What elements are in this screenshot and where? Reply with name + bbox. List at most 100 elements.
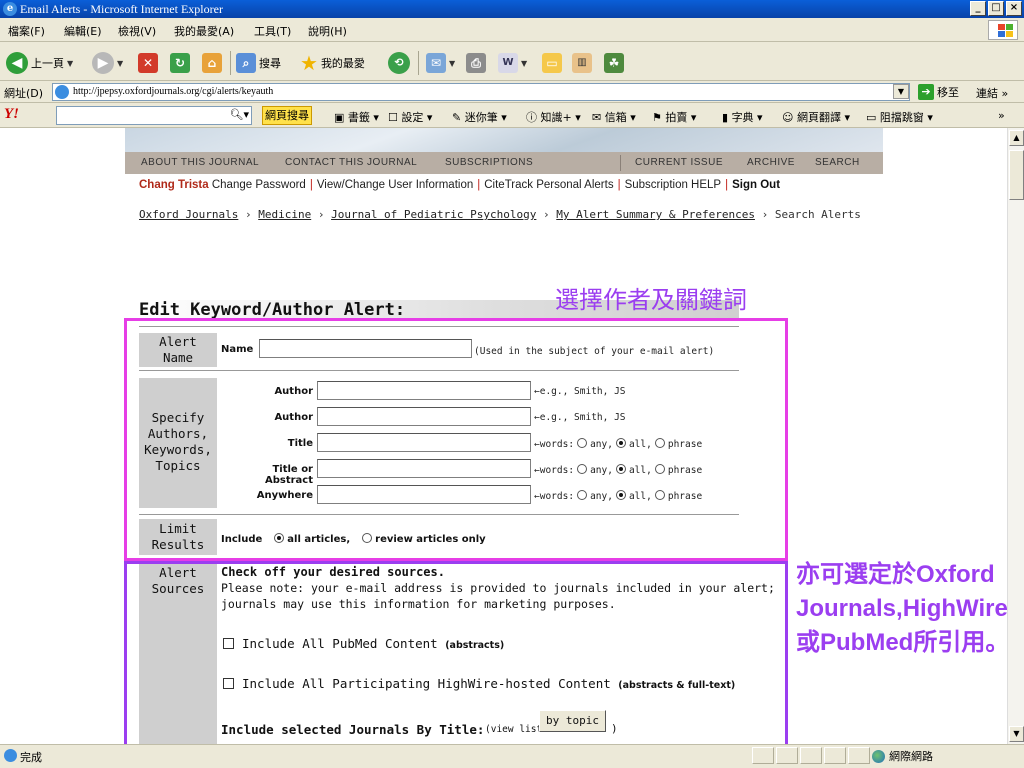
zone-label: 網際網路 [889,750,933,763]
menu-view[interactable]: 檢視(V) [118,23,156,39]
annotation-sources-text: 亦可選定於Oxford Journals,HighWire或PubMed所引用。 [796,561,1010,656]
research-icon[interactable]: ▥ [572,53,592,73]
ie-logo-icon: e [3,2,17,16]
chevron-down-icon: ▼ [67,58,74,68]
page-icon [55,85,69,99]
menu-favorites[interactable]: 我的最愛(A) [174,23,234,39]
address-label: 網址(D) [4,87,44,100]
menu-bar: 檔案(F) 編輯(E) 檢視(V) 我的最愛(A) 工具(T) 說明(H) [0,18,1024,42]
nav-archive[interactable]: ARCHIVE [747,157,795,168]
toolbar: ◀ 上一頁 ▼ ▶ ▼ ✕ ↻ ⌂ ⌕ 搜尋 ★ 我的最愛 ⟲ ✉ ▼ ⎙ W … [0,43,1024,81]
back-arrow-icon: ◀ [6,52,28,74]
chevron-down-icon: ▼ [449,58,456,68]
sign-out-link[interactable]: Sign Out [732,179,780,191]
stop-icon[interactable]: ✕ [138,53,158,73]
yahoo-mini-pen[interactable]: ✎ 迷你筆 ▾ [452,109,507,125]
go-button[interactable]: ➔ 移至 [918,84,959,100]
links-button[interactable]: 連結 » [976,85,1008,101]
minimize-button[interactable]: _ [970,1,986,16]
forward-arrow-icon: ▶ [92,52,114,74]
nav-subscriptions[interactable]: SUBSCRIPTIONS [445,157,533,168]
breadcrumb-alert-summary[interactable]: My Alert Summary & Preferences [556,208,755,221]
refresh-icon[interactable]: ↻ [170,53,190,73]
address-bar: 網址(D) http://jpepsy.oxfordjournals.org/c… [0,81,1024,103]
window-title: Email Alerts - Microsoft Internet Explor… [20,2,223,16]
yahoo-dictionary[interactable]: ▮ 字典 ▾ [722,109,763,125]
scroll-thumb[interactable] [1009,150,1024,200]
yahoo-auction[interactable]: ⚑ 拍賣 ▾ [652,109,696,125]
yahoo-more-button[interactable]: » [998,109,1005,122]
change-password-link[interactable]: Change Password [212,179,306,191]
nav-contact[interactable]: CONTACT THIS JOURNAL [285,157,417,168]
yahoo-search-button[interactable]: 網頁搜尋 [262,106,312,125]
site-nav: ABOUT THIS JOURNAL CONTACT THIS JOURNAL … [125,152,883,174]
search-label: 搜尋 [259,57,281,70]
citetrack-link[interactable]: CiteTrack Personal Alerts [484,179,613,191]
vertical-scrollbar[interactable]: ▲ ▼ [1007,128,1024,744]
breadcrumb: Oxford Journals › Medicine › Journal of … [139,208,861,221]
menu-help[interactable]: 說明(H) [308,23,347,39]
chevron-down-icon: ▼ [117,58,124,68]
address-dropdown-icon[interactable]: ▼ [893,84,909,99]
annotation-keywords-text: 選擇作者及關鍵詞 [555,286,747,314]
status-text: 完成 [20,751,42,764]
user-info-link[interactable]: View/Change User Information [317,179,473,191]
word-icon: W [498,53,518,73]
nav-about[interactable]: ABOUT THIS JOURNAL [141,157,259,168]
mail-icon: ✉ [426,53,446,73]
security-zone: 網際網路 [872,748,933,764]
yahoo-mail[interactable]: ✉ 信箱 ▾ [592,109,636,125]
go-arrow-icon: ➔ [918,84,934,100]
yahoo-popup-blocker[interactable]: ▭ 阻擋跳窗 ▾ [866,109,933,125]
menu-edit[interactable]: 編輯(E) [64,23,102,39]
nav-current-issue[interactable]: CURRENT ISSUE [635,157,723,168]
maximize-button[interactable]: □ [988,1,1004,16]
menu-file[interactable]: 檔案(F) [8,23,45,39]
back-button[interactable]: ◀ 上一頁 ▼ [6,51,73,75]
breadcrumb-journal[interactable]: Journal of Pediatric Psychology [331,208,536,221]
yahoo-logo[interactable]: Y! [4,106,19,123]
history-icon[interactable]: ⟲ [388,52,410,74]
breadcrumb-current: Search Alerts [774,208,861,221]
scroll-down-icon[interactable]: ▼ [1009,726,1024,742]
search-icon: 🔍︎▾ [229,108,250,121]
go-label: 移至 [937,86,959,99]
breadcrumb-medicine[interactable]: Medicine [258,208,311,221]
yahoo-translate[interactable]: ☺ 網頁翻譯 ▾ [782,109,850,125]
user-name: Chang Trista [139,179,209,191]
mail-button[interactable]: ✉ ▼ [426,51,455,75]
scroll-up-icon[interactable]: ▲ [1009,130,1024,146]
close-button[interactable]: × [1006,1,1022,16]
search-button[interactable]: ⌕ 搜尋 [236,51,281,75]
globe-icon [872,749,885,763]
breadcrumb-oxford[interactable]: Oxford Journals [139,208,238,221]
notes-icon[interactable]: ▭ [542,53,562,73]
address-url: http://jpepsy.oxfordjournals.org/cgi/ale… [73,86,274,97]
favorites-button[interactable]: ★ 我的最愛 [300,51,365,75]
messenger-icon[interactable]: ☘ [604,53,624,73]
back-label: 上一頁 [31,57,64,70]
annotation-box-keywords [124,318,788,561]
print-icon[interactable]: ⎙ [466,53,486,73]
home-icon[interactable]: ⌂ [202,53,222,73]
star-icon: ★ [300,51,318,75]
yahoo-knowledge[interactable]: ⓘ 知識+ ▾ [526,109,581,125]
user-bar: Chang Trista Change Password | View/Change… [139,179,781,191]
menu-tools[interactable]: 工具(T) [254,23,291,39]
annotation-box-sources [124,561,788,748]
windows-flag-icon [988,20,1018,40]
forward-button[interactable]: ▶ ▼ [92,51,123,75]
subscription-help-link[interactable]: Subscription HELP [625,179,722,191]
nav-search[interactable]: SEARCH [815,157,860,168]
chevron-down-icon: ▼ [521,58,528,68]
address-input[interactable]: http://jpepsy.oxfordjournals.org/cgi/ale… [52,83,910,101]
yahoo-bookmarks[interactable]: ▣ 書籤 ▾ [334,109,379,125]
title-bar: e Email Alerts - Microsoft Internet Expl… [0,0,1024,18]
status-bar: 完成 網際網路 [0,744,1024,768]
page-done-icon [4,749,17,762]
edit-button[interactable]: W ▼ [498,51,527,75]
yahoo-settings[interactable]: ☐ 設定 ▾ [388,109,432,125]
yahoo-toolbar: Y! 🔍︎▾ 網頁搜尋 ▣ 書籤 ▾ ☐ 設定 ▾ ✎ 迷你筆 ▾ ⓘ 知識+ … [0,103,1024,128]
journal-banner [125,128,883,152]
yahoo-search-input[interactable]: 🔍︎▾ [56,106,252,125]
